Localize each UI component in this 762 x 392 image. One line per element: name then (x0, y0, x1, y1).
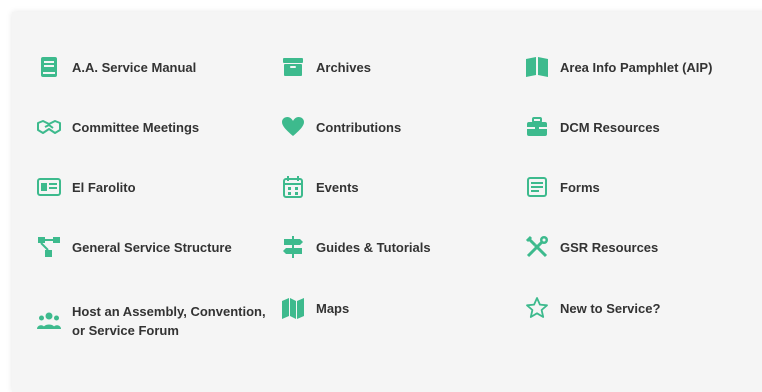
resource-label: Contributions (316, 119, 402, 135)
tools-icon (524, 234, 550, 260)
resource-link-forms[interactable]: Forms (524, 174, 600, 200)
resource-link-aip[interactable]: Area Info Pamphlet (AIP) (524, 54, 712, 80)
resource-label: GSR Resources (560, 239, 659, 255)
resource-label: Events (316, 179, 359, 195)
book-icon (36, 54, 62, 80)
star-icon (524, 295, 550, 321)
resource-link-new-to-service[interactable]: New to Service? (524, 295, 660, 321)
resource-label: DCM Resources (560, 119, 660, 135)
resource-link-dcm-resources[interactable]: DCM Resources (524, 114, 660, 140)
form-document-icon (524, 174, 550, 200)
archive-box-icon (280, 54, 306, 80)
resource-link-service-manual[interactable]: A.A. Service Manual (36, 54, 196, 80)
resource-label: Guides & Tutorials (316, 239, 431, 255)
resource-link-events[interactable]: Events (280, 174, 359, 200)
resource-label: Committee Meetings (72, 119, 200, 135)
people-group-icon (36, 308, 62, 334)
heart-icon (280, 114, 306, 140)
resource-label: A.A. Service Manual (72, 59, 197, 75)
org-chart-icon (36, 234, 62, 260)
resource-link-archives[interactable]: Archives (280, 54, 371, 80)
calendar-icon (280, 174, 306, 200)
resource-label: Forms (560, 179, 600, 195)
resource-label: El Farolito (72, 179, 136, 195)
resources-panel: A.A. Service Manual Archives Area Info P… (12, 12, 762, 392)
resource-link-guides-tutorials[interactable]: Guides & Tutorials (280, 234, 431, 260)
resource-link-general-service-structure[interactable]: General Service Structure (36, 234, 232, 260)
resource-link-gsr-resources[interactable]: GSR Resources (524, 234, 658, 260)
resource-label: General Service Structure (72, 239, 232, 255)
briefcase-icon (524, 114, 550, 140)
open-map-book-icon (524, 54, 550, 80)
resource-label: Area Info Pamphlet (AIP) (560, 59, 713, 75)
resource-link-el-farolito[interactable]: El Farolito (36, 174, 136, 200)
resource-link-host-an-assembly[interactable]: Host an Assembly, Convention, or Service… (36, 302, 272, 340)
resource-link-contributions[interactable]: Contributions (280, 114, 401, 140)
handshake-icon (36, 114, 62, 140)
newspaper-icon (36, 174, 62, 200)
resource-label: Maps (316, 300, 350, 316)
resource-label: Host an Assembly, Convention, or Service… (72, 304, 266, 338)
resource-link-maps[interactable]: Maps (280, 295, 349, 321)
resource-link-committee-meetings[interactable]: Committee Meetings (36, 114, 199, 140)
resource-label: Archives (316, 59, 371, 75)
resource-label: New to Service? (560, 300, 661, 316)
map-icon (280, 295, 306, 321)
signpost-icon (280, 234, 306, 260)
